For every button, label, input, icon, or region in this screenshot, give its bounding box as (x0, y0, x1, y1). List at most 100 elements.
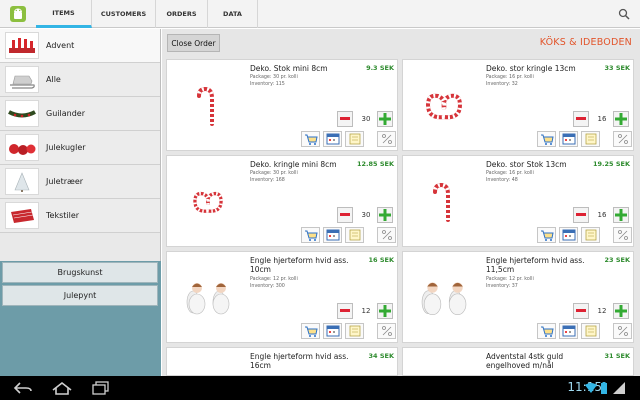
increase-button[interactable] (613, 111, 629, 127)
category-item-juletraeer[interactable]: Juletræer (0, 165, 160, 199)
category-item-guilander[interactable]: Guilander (0, 97, 160, 131)
increase-button[interactable] (613, 303, 629, 319)
product-name: Deko. stor Stok 13cm (486, 160, 567, 169)
product-inventory: Inventory: 300 (250, 284, 285, 289)
notes-button[interactable] (581, 131, 600, 147)
product-price: 12.85 SEK (357, 160, 394, 168)
add-to-cart-button[interactable] (537, 323, 556, 339)
product-price: 16 SEK (368, 256, 394, 264)
plus-icon (379, 305, 391, 317)
add-to-cart-button[interactable] (301, 131, 320, 147)
calendar-button[interactable] (323, 227, 342, 243)
quantity-value[interactable]: 16 (592, 115, 612, 123)
signal-icon (613, 382, 625, 394)
decrease-button[interactable] (573, 207, 589, 223)
product-card[interactable]: Adventstal 4stk guld engelhoved m/nål 31… (402, 347, 634, 376)
percent-icon (381, 230, 392, 240)
back-icon[interactable] (12, 381, 34, 395)
add-to-cart-button[interactable] (301, 227, 320, 243)
discount-button[interactable] (613, 323, 632, 339)
increase-button[interactable] (377, 207, 393, 223)
note-icon (585, 325, 596, 337)
decrease-button[interactable] (337, 207, 353, 223)
close-order-button[interactable]: Close Order (167, 34, 220, 52)
minus-icon (576, 309, 586, 312)
increase-button[interactable] (377, 303, 393, 319)
candy-cane-icon (405, 162, 483, 242)
category-label: Tekstiler (46, 211, 80, 220)
discount-button[interactable] (377, 131, 396, 147)
note-icon (349, 325, 360, 337)
cart-icon (304, 230, 318, 241)
category-item-julekugler[interactable]: Julekugler (0, 131, 160, 165)
calendar-button[interactable] (323, 323, 342, 339)
quantity-value[interactable]: 30 (356, 211, 376, 219)
tab-data[interactable]: DATA (208, 0, 258, 28)
cart-icon (304, 326, 318, 337)
recent-apps-icon[interactable] (92, 381, 110, 395)
notes-button[interactable] (345, 227, 364, 243)
shop-name: KÖKS & IDEBODEN (539, 37, 632, 48)
add-to-cart-button[interactable] (301, 323, 320, 339)
quantity-value[interactable]: 16 (592, 211, 612, 219)
tab-customers[interactable]: CUSTOMERS (92, 0, 156, 28)
cart-icon (540, 326, 554, 337)
decrease-button[interactable] (337, 303, 353, 319)
add-to-cart-button[interactable] (537, 227, 556, 243)
product-name: Engle hjerteform hvid ass. 11,5cm (486, 256, 585, 274)
android-app-icon[interactable] (8, 4, 28, 24)
tab-label: ITEMS (52, 8, 75, 17)
tab-orders[interactable]: ORDERS (156, 0, 208, 28)
group-button-julepynt[interactable]: Julepynt (2, 285, 158, 306)
category-item-alle[interactable]: Alle (0, 63, 160, 97)
notes-button[interactable] (345, 131, 364, 147)
quantity-value[interactable]: 12 (592, 307, 612, 315)
discount-button[interactable] (613, 131, 632, 147)
product-card[interactable]: Engle hjerteform hvid ass. 11,5cm 23 SEK… (402, 251, 634, 343)
product-price: 23 SEK (604, 256, 630, 264)
product-card[interactable]: Deko. stor kringle 13cm 33 SEK Package: … (402, 59, 634, 151)
add-to-cart-button[interactable] (537, 131, 556, 147)
note-icon (349, 229, 360, 241)
action-bar: ITEMS CUSTOMERS ORDERS DATA (0, 0, 640, 28)
discount-button[interactable] (613, 227, 632, 243)
increase-button[interactable] (377, 111, 393, 127)
decrease-button[interactable] (337, 111, 353, 127)
tab-items[interactable]: ITEMS (36, 0, 92, 28)
percent-icon (381, 326, 392, 336)
calendar-button[interactable] (559, 323, 578, 339)
category-item-tekstiler[interactable]: Tekstiler (0, 199, 160, 233)
baubles-thumb-icon (5, 134, 39, 161)
increase-button[interactable] (613, 207, 629, 223)
calendar-icon (562, 229, 575, 241)
cart-icon (540, 230, 554, 241)
close-order-label: Close Order (171, 38, 216, 48)
cart-icon (540, 134, 554, 145)
decrease-button[interactable] (573, 111, 589, 127)
calendar-button[interactable] (559, 131, 578, 147)
quantity-value[interactable]: 30 (356, 115, 376, 123)
calendar-button[interactable] (559, 227, 578, 243)
discount-button[interactable] (377, 323, 396, 339)
notes-button[interactable] (581, 323, 600, 339)
category-item-advent[interactable]: Advent (0, 29, 160, 63)
category-label: Juletræer (46, 177, 84, 186)
quantity-value[interactable]: 12 (356, 307, 376, 315)
notes-button[interactable] (345, 323, 364, 339)
notes-button[interactable] (581, 227, 600, 243)
product-card[interactable]: Engle hjerteform hvid ass. 10cm 16 SEK P… (166, 251, 398, 343)
product-card[interactable]: Deko. kringle mini 8cm 12.85 SEK Package… (166, 155, 398, 247)
decrease-button[interactable] (573, 303, 589, 319)
discount-button[interactable] (377, 227, 396, 243)
category-label: Guilander (46, 109, 85, 118)
minus-icon (576, 213, 586, 216)
category-label: Advent (46, 41, 75, 50)
product-name: Engle hjerteform hvid ass. 16cm (250, 352, 349, 370)
product-card[interactable]: Engle hjerteform hvid ass. 16cm 34 SEK (166, 347, 398, 376)
calendar-button[interactable] (323, 131, 342, 147)
search-icon[interactable] (618, 8, 630, 20)
home-icon[interactable] (50, 380, 74, 396)
product-card[interactable]: Deko. Stok mini 8cm 9.3 SEK Package: 30 … (166, 59, 398, 151)
product-card[interactable]: Deko. stor Stok 13cm 19.25 SEK Package: … (402, 155, 634, 247)
group-button-brugskunst[interactable]: Brugskunst (2, 262, 158, 283)
